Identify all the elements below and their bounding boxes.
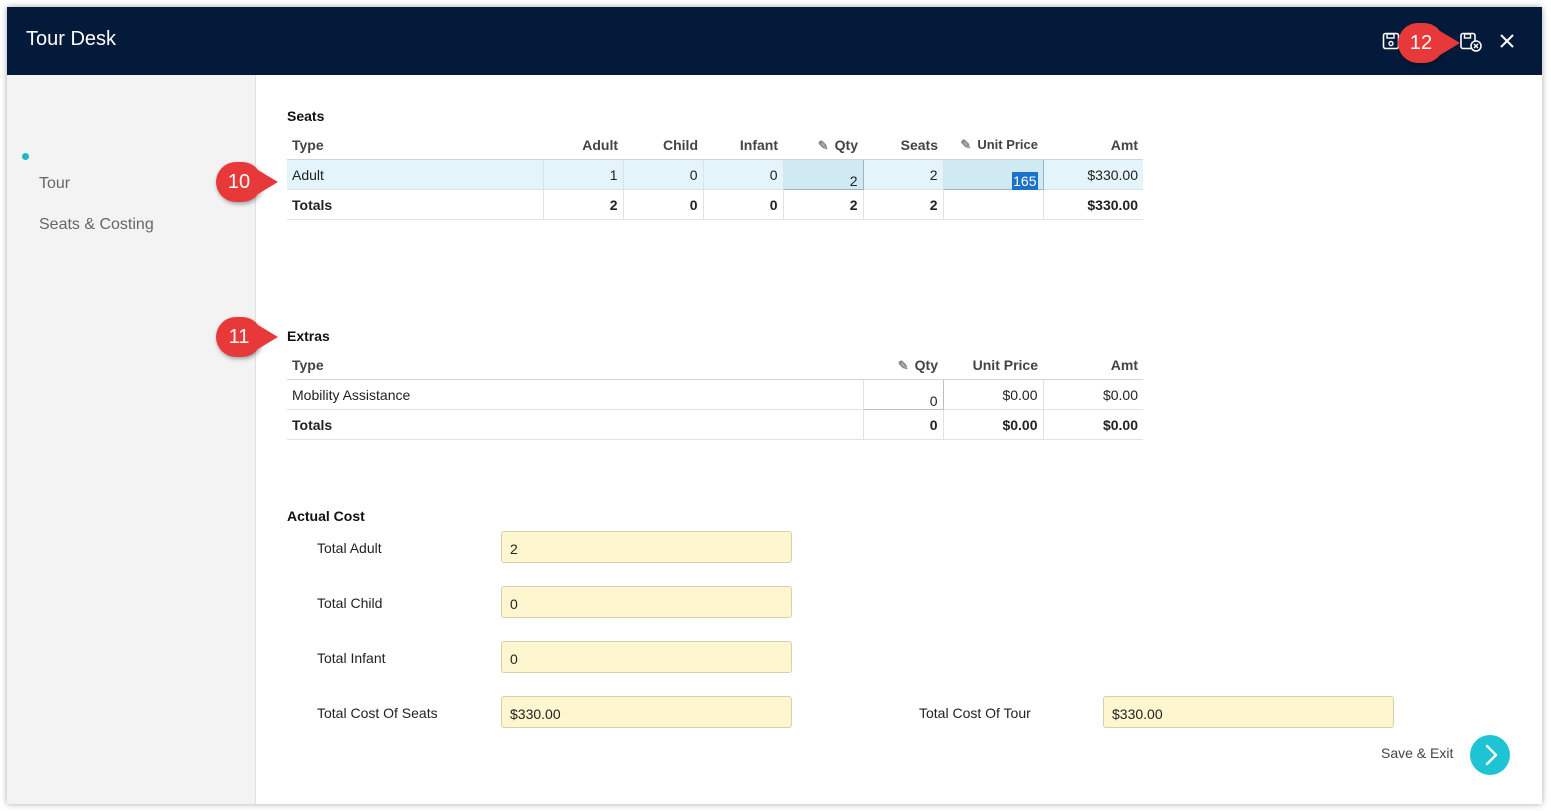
total-qty-cell: 0 (863, 409, 944, 440)
col-child: Child (623, 131, 703, 160)
seat-infant: 0 (703, 159, 784, 190)
extra-type: Mobility Assistance (287, 379, 864, 410)
col-amt: Amt (1043, 351, 1143, 380)
chevron-right-icon (1485, 744, 1498, 766)
seat-qty-input[interactable]: 2 (782, 159, 864, 190)
total-amt-cell: $0.00 (1043, 409, 1143, 440)
total-unit-price-cell: $0.00 (943, 409, 1044, 440)
title-bar: Tour Desk (7, 7, 1542, 75)
callout-badge-12: 12 (1398, 23, 1460, 63)
extra-qty-input[interactable]: 0 (862, 379, 944, 410)
col-type: Type (287, 131, 543, 160)
col-unit-price: ✎ Unit Price (943, 131, 1043, 160)
table-row[interactable]: Adult 1 0 0 2 2 165 $330.00 (287, 159, 1143, 190)
total-child-cell: 0 (623, 189, 704, 220)
total-child-label: Total Child (317, 595, 383, 611)
total-qty-cell: 2 (783, 189, 864, 220)
active-indicator-dot (22, 153, 29, 160)
total-infant-field[interactable]: 0 (501, 641, 792, 673)
total-adult-cell: 2 (543, 189, 624, 220)
total-adult-field[interactable]: 2 (501, 531, 792, 563)
col-qty-label: Qty (834, 136, 858, 153)
seat-type: Adult (287, 159, 544, 190)
col-qty-label: Qty (914, 356, 938, 373)
seat-adult: 1 (543, 159, 624, 190)
total-seats-cell: 2 (863, 189, 944, 220)
total-amt-cell: $330.00 (1043, 189, 1143, 220)
extra-unit-price: $0.00 (943, 379, 1044, 410)
pencil-icon: ✎ (897, 357, 909, 373)
seats-table: Type Adult Child Infant ✎ Qty Seats ✎ Unit… (287, 131, 1143, 220)
save-and-close-icon[interactable] (1459, 31, 1482, 53)
callout-badge-10: 10 (216, 162, 278, 202)
pencil-icon: ✎ (960, 137, 972, 152)
tour-desk-window: Tour Desk Tour Seats & Costing Seats Typ… (7, 7, 1542, 804)
total-cost-tour-field[interactable]: $330.00 (1103, 696, 1394, 728)
pencil-icon: ✎ (817, 137, 829, 153)
sidebar-item-seats-costing[interactable]: Seats & Costing (39, 216, 154, 234)
seats-title: Seats (287, 108, 325, 124)
col-qty: ✎ Qty (863, 351, 943, 380)
unit-price-input[interactable]: 165 (942, 159, 1044, 190)
seat-seats: 2 (863, 159, 944, 190)
window-title: Tour Desk (26, 28, 117, 50)
total-cost-tour-label: Total Cost Of Tour (919, 705, 1031, 721)
total-child-field[interactable]: 0 (501, 586, 792, 618)
col-unit-price: Unit Price (943, 351, 1043, 380)
total-unit-price-cell (943, 189, 1044, 220)
total-infant-cell: 0 (703, 189, 784, 220)
totals-label: Totals (287, 409, 864, 440)
table-row[interactable]: Mobility Assistance 0 $0.00 $0.00 (287, 379, 1143, 410)
seat-amt: $330.00 (1043, 159, 1143, 190)
col-qty: ✎ Qty (783, 131, 863, 160)
unit-price-selected-text: 165 (1012, 172, 1038, 190)
col-adult: Adult (543, 131, 623, 160)
actual-cost-title: Actual Cost (287, 508, 365, 524)
scrollbar[interactable] (1532, 75, 1542, 804)
total-cost-seats-field[interactable]: $330.00 (501, 696, 792, 728)
extras-table: Type ✎ Qty Unit Price Amt Mobility Assist… (287, 351, 1143, 440)
totals-label: Totals (287, 189, 544, 220)
col-unit-price-label: Unit Price (977, 137, 1038, 152)
col-amt: Amt (1043, 131, 1143, 160)
total-infant-label: Total Infant (317, 650, 386, 666)
extra-amt: $0.00 (1043, 379, 1143, 410)
total-cost-seats-label: Total Cost Of Seats (317, 705, 438, 721)
save-exit-button[interactable] (1470, 735, 1510, 775)
col-type: Type (287, 351, 863, 380)
total-adult-label: Total Adult (317, 540, 382, 556)
callout-badge-11: 11 (216, 317, 278, 357)
sidebar-item-tour[interactable]: Tour (39, 175, 70, 193)
totals-row: Totals 0 $0.00 $0.00 (287, 409, 1143, 440)
seat-child: 0 (623, 159, 704, 190)
close-icon[interactable] (1497, 31, 1519, 53)
col-infant: Infant (703, 131, 783, 160)
col-seats: Seats (863, 131, 943, 160)
extras-title: Extras (287, 328, 330, 344)
totals-row: Totals 2 0 0 2 2 $330.00 (287, 189, 1143, 220)
save-exit-label[interactable]: Save & Exit (1381, 745, 1453, 761)
